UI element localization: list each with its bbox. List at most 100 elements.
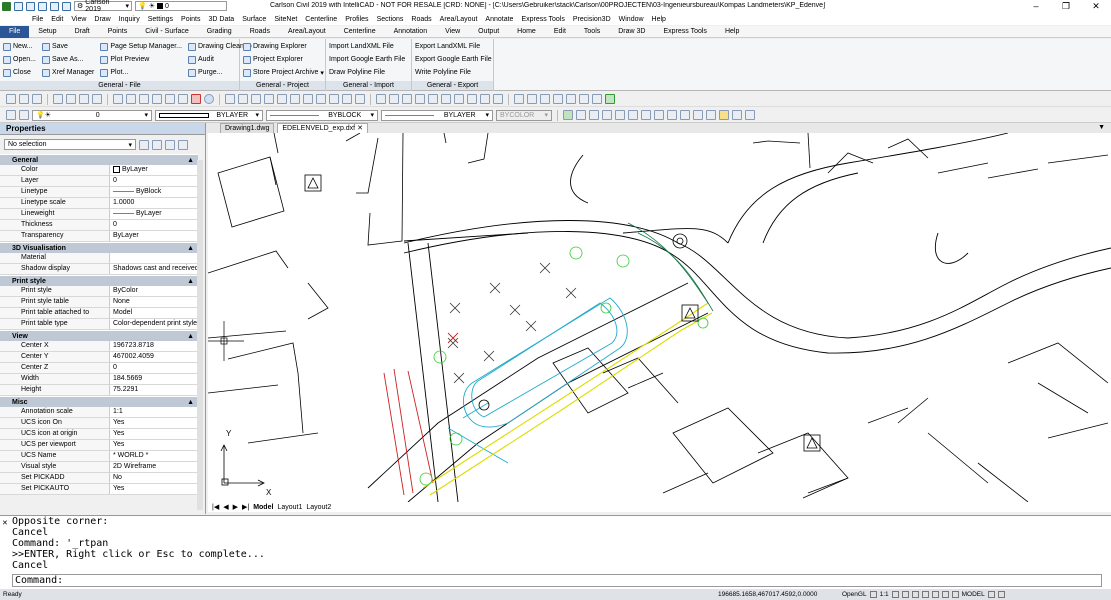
property-row[interactable]: Linetype scale 1.0000: [0, 198, 198, 209]
save-button[interactable]: Save: [41, 41, 94, 52]
menu-file[interactable]: File: [32, 16, 43, 23]
survey-icon[interactable]: [693, 110, 703, 120]
grid-icon[interactable]: [901, 591, 909, 598]
color-select[interactable]: BYLAYER ▾: [155, 109, 263, 121]
menu-precision3d[interactable]: Precision3D: [573, 16, 611, 23]
polar-icon[interactable]: [921, 591, 929, 598]
menu-express-tools[interactable]: Express Tools: [521, 16, 564, 23]
menu-points[interactable]: Points: [181, 16, 200, 23]
tab-civil-surface[interactable]: Civil - Surface: [136, 28, 198, 35]
property-row[interactable]: Print table type Color-dependent print st…: [0, 319, 198, 330]
doc-tab-edelenveld[interactable]: EDELENVELD_exp.dxf ✕: [277, 123, 368, 133]
export-google-earth-button[interactable]: Export Google Earth File: [415, 54, 492, 65]
selection-select[interactable]: No selection ▾: [4, 139, 136, 150]
property-row[interactable]: Print table attached to Model: [0, 308, 198, 319]
menu-sitenet[interactable]: SiteNet: [274, 16, 297, 23]
tab-edit[interactable]: Edit: [545, 28, 575, 35]
property-row[interactable]: Linetype ——— ByBlock: [0, 187, 198, 198]
match-properties-icon[interactable]: [152, 94, 162, 104]
toggle-pickadd-icon[interactable]: [139, 139, 149, 150]
redo-icon[interactable]: [178, 94, 188, 104]
redo-icon[interactable]: [62, 1, 71, 11]
menu-window[interactable]: Window: [619, 16, 644, 23]
hatch-icon[interactable]: [454, 94, 464, 104]
project-explorer-button[interactable]: Project Explorer: [243, 54, 324, 65]
tab-draw-3d[interactable]: Draw 3D: [609, 28, 654, 35]
property-row[interactable]: UCS icon at origin Yes: [0, 429, 198, 440]
close-icon[interactable]: ✕: [2, 518, 8, 529]
open-icon[interactable]: [19, 94, 29, 104]
property-row[interactable]: Height 75.2291: [0, 385, 198, 396]
save-icon[interactable]: [32, 94, 42, 104]
truck-icon[interactable]: [732, 110, 742, 120]
property-row[interactable]: Print style table None: [0, 297, 198, 308]
tab-home[interactable]: Home: [508, 28, 545, 35]
menu-inquiry[interactable]: Inquiry: [119, 16, 140, 23]
annotation-scale[interactable]: 1:1: [880, 589, 889, 600]
profile-icon[interactable]: [680, 110, 690, 120]
zoom-extents-icon[interactable]: [264, 94, 274, 104]
section-view[interactable]: View ▲: [0, 330, 198, 341]
plotstyle-select[interactable]: BYCOLOR ▾: [496, 109, 552, 121]
nav-last-icon[interactable]: ▶|: [242, 503, 249, 511]
close-icon[interactable]: ✕: [357, 125, 363, 132]
zoom-realtime-icon[interactable]: [238, 94, 248, 104]
store-project-archive-button[interactable]: Store Project Archive ▾: [243, 67, 324, 78]
snap-icon[interactable]: [290, 94, 300, 104]
property-row[interactable]: Annotation scale 1:1: [0, 407, 198, 418]
tab-express-tools[interactable]: Express Tools: [654, 28, 715, 35]
tab-roads[interactable]: Roads: [241, 28, 279, 35]
quick-select-icon[interactable]: [165, 139, 175, 150]
render-mode[interactable]: OpenGL: [842, 589, 867, 600]
menu-annotate[interactable]: Annotate: [485, 16, 513, 23]
property-row[interactable]: Set PICKAUTO Yes: [0, 484, 198, 495]
draw-polyline-file-button[interactable]: Draw Polyline File: [329, 67, 405, 78]
filter-icon[interactable]: [605, 94, 615, 104]
property-row[interactable]: Lineweight ——— ByLayer: [0, 209, 198, 220]
tab-grading[interactable]: Grading: [198, 28, 241, 35]
surface-icon[interactable]: [641, 110, 651, 120]
section-print-style[interactable]: Print style ▲: [0, 275, 198, 286]
polyline-icon[interactable]: [428, 94, 438, 104]
property-row[interactable]: Color ByLayer: [0, 165, 198, 176]
layer-select[interactable]: 💡☀ 0 ▾: [32, 109, 152, 121]
globe-icon[interactable]: [602, 110, 612, 120]
cut-icon[interactable]: [113, 94, 123, 104]
line-icon[interactable]: [415, 94, 425, 104]
write-polyline-file-button[interactable]: Write Polyline File: [415, 67, 492, 78]
annotation-icon[interactable]: [869, 591, 877, 598]
tab-setup[interactable]: Setup: [29, 28, 65, 35]
tab-view[interactable]: View: [436, 28, 469, 35]
property-row[interactable]: Material: [0, 253, 198, 264]
model-toggle[interactable]: MODEL: [962, 589, 985, 600]
close-button[interactable]: ✕: [1081, 0, 1111, 12]
nav-next-icon[interactable]: ▶: [233, 503, 238, 511]
menu-help[interactable]: Help: [652, 16, 666, 23]
menu-area-layout[interactable]: Area/Layout: [440, 16, 478, 23]
car-icon[interactable]: [576, 110, 586, 120]
tab-tools[interactable]: Tools: [575, 28, 609, 35]
tool-palette-icon[interactable]: [355, 94, 365, 104]
tab-centerline[interactable]: Centerline: [335, 28, 385, 35]
new-icon[interactable]: [6, 94, 16, 104]
tools-icon[interactable]: [706, 110, 716, 120]
section-icon[interactable]: [667, 110, 677, 120]
select-objects-icon[interactable]: [152, 139, 162, 150]
save-icon[interactable]: [38, 1, 47, 11]
menu-centerline[interactable]: Centerline: [305, 16, 337, 23]
menu-view[interactable]: View: [71, 16, 86, 23]
excavator-icon[interactable]: [719, 110, 729, 120]
lineweight-select[interactable]: ——————— BYLAYER ▾: [381, 109, 493, 121]
open-icon[interactable]: [26, 1, 35, 11]
tab-draft[interactable]: Draft: [66, 28, 99, 35]
menu-draw[interactable]: Draw: [94, 16, 110, 23]
settings-icon[interactable]: [987, 591, 995, 598]
delete-icon[interactable]: [191, 94, 201, 104]
property-row[interactable]: Set PICKADD No: [0, 473, 198, 484]
arc-icon[interactable]: [441, 94, 451, 104]
pan-icon[interactable]: [225, 94, 235, 104]
undo-icon[interactable]: [50, 1, 59, 11]
new-button[interactable]: New...: [3, 41, 36, 52]
tab-output[interactable]: Output: [469, 28, 508, 35]
fullscreen-icon[interactable]: [997, 591, 1005, 598]
